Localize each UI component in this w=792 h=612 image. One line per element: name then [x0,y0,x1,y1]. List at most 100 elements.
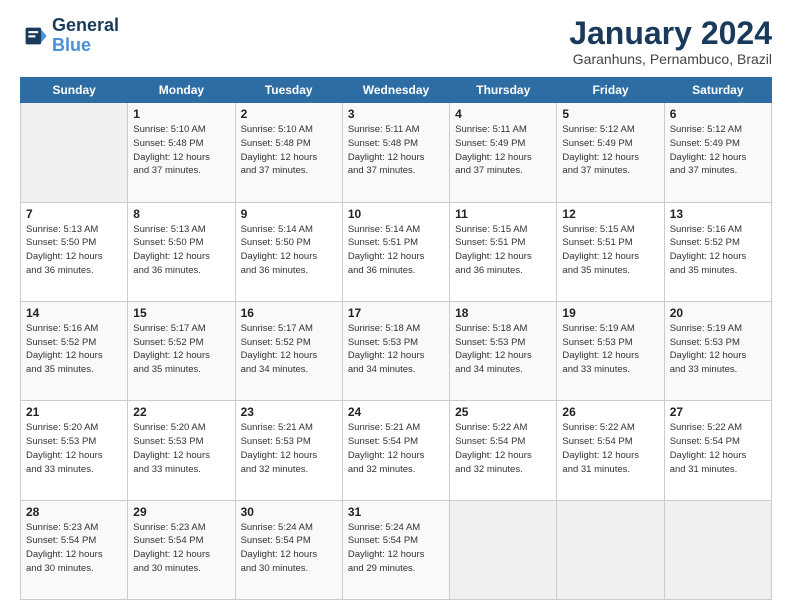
logo-icon [20,22,48,50]
calendar-cell: 28Sunrise: 5:23 AMSunset: 5:54 PMDayligh… [21,500,128,599]
day-number: 30 [241,505,337,519]
day-number: 13 [670,207,766,221]
days-header-row: SundayMondayTuesdayWednesdayThursdayFrid… [21,78,772,103]
day-number: 18 [455,306,551,320]
calendar-cell: 20Sunrise: 5:19 AMSunset: 5:53 PMDayligh… [664,301,771,400]
day-number: 8 [133,207,229,221]
week-row-0: 1 Sunrise: 5:10 AMSunset: 5:48 PMDaylight… [21,103,772,202]
day-info: Sunrise: 5:21 AMSunset: 5:54 PMDaylight:… [348,421,444,476]
header-thursday: Thursday [450,78,557,103]
day-info: Sunrise: 5:12 AMSunset: 5:49 PMDaylight:… [562,123,658,178]
day-info: Sunrise: 5:20 AMSunset: 5:53 PMDaylight:… [133,421,229,476]
day-info: Sunrise: 5:19 AMSunset: 5:53 PMDaylight:… [670,322,766,377]
location-subtitle: Garanhuns, Pernambuco, Brazil [569,51,772,67]
day-number: 23 [241,405,337,419]
day-number: 29 [133,505,229,519]
day-number: 3 [348,107,444,121]
calendar-cell: 19 Sunrise: 5:19 AMSunset: 5:53 PMDayligh… [557,301,664,400]
day-info: Sunrise: 5:10 AMSunset: 5:48 PMDaylight:… [133,123,229,178]
day-number: 7 [26,207,122,221]
day-info: Sunrise: 5:10 AMSunset: 5:48 PMDaylight:… [241,123,337,178]
day-info: Sunrise: 5:24 AMSunset: 5:54 PMDaylight:… [241,521,337,576]
header-friday: Friday [557,78,664,103]
logo: General Blue [20,16,119,56]
calendar-cell: 24Sunrise: 5:21 AMSunset: 5:54 PMDayligh… [342,401,449,500]
day-number: 16 [241,306,337,320]
calendar-cell: 22 Sunrise: 5:20 AMSunset: 5:53 PMDayligh… [128,401,235,500]
calendar-cell: 3 Sunrise: 5:11 AMSunset: 5:48 PMDaylight… [342,103,449,202]
header-saturday: Saturday [664,78,771,103]
day-number: 15 [133,306,229,320]
week-row-3: 21Sunrise: 5:20 AMSunset: 5:53 PMDayligh… [21,401,772,500]
day-info: Sunrise: 5:15 AMSunset: 5:51 PMDaylight:… [562,223,658,278]
day-number: 9 [241,207,337,221]
calendar-cell: 21Sunrise: 5:20 AMSunset: 5:53 PMDayligh… [21,401,128,500]
calendar-cell: 11Sunrise: 5:15 AMSunset: 5:51 PMDayligh… [450,202,557,301]
calendar-cell: 6Sunrise: 5:12 AMSunset: 5:49 PMDaylight… [664,103,771,202]
day-info: Sunrise: 5:14 AMSunset: 5:51 PMDaylight:… [348,223,444,278]
calendar-cell: 23 Sunrise: 5:21 AMSunset: 5:53 PMDayligh… [235,401,342,500]
calendar-cell: 26 Sunrise: 5:22 AMSunset: 5:54 PMDayligh… [557,401,664,500]
day-info: Sunrise: 5:23 AMSunset: 5:54 PMDaylight:… [133,521,229,576]
logo-line1: General [52,16,119,36]
day-number: 28 [26,505,122,519]
calendar-cell: 10 Sunrise: 5:14 AMSunset: 5:51 PMDayligh… [342,202,449,301]
calendar-cell: 8 Sunrise: 5:13 AMSunset: 5:50 PMDaylight… [128,202,235,301]
day-info: Sunrise: 5:11 AMSunset: 5:48 PMDaylight:… [348,123,444,178]
calendar-cell: 30 Sunrise: 5:24 AMSunset: 5:54 PMDayligh… [235,500,342,599]
title-block: January 2024 Garanhuns, Pernambuco, Braz… [569,16,772,67]
day-info: Sunrise: 5:20 AMSunset: 5:53 PMDaylight:… [26,421,122,476]
day-info: Sunrise: 5:21 AMSunset: 5:53 PMDaylight:… [241,421,337,476]
calendar-cell: 31 Sunrise: 5:24 AMSunset: 5:54 PMDayligh… [342,500,449,599]
calendar-cell: 5 Sunrise: 5:12 AMSunset: 5:49 PMDaylight… [557,103,664,202]
header: General Blue January 2024 Garanhuns, Per… [20,16,772,67]
day-number: 19 [562,306,658,320]
day-number: 6 [670,107,766,121]
day-info: Sunrise: 5:22 AMSunset: 5:54 PMDaylight:… [670,421,766,476]
calendar-cell: 18Sunrise: 5:18 AMSunset: 5:53 PMDayligh… [450,301,557,400]
calendar-cell: 9 Sunrise: 5:14 AMSunset: 5:50 PMDaylight… [235,202,342,301]
header-monday: Monday [128,78,235,103]
day-number: 31 [348,505,444,519]
day-number: 26 [562,405,658,419]
day-info: Sunrise: 5:22 AMSunset: 5:54 PMDaylight:… [455,421,551,476]
day-info: Sunrise: 5:17 AMSunset: 5:52 PMDaylight:… [133,322,229,377]
header-sunday: Sunday [21,78,128,103]
day-number: 1 [133,107,229,121]
day-number: 25 [455,405,551,419]
week-row-4: 28 Sunrise: 5:23 AMSunset: 5:54 PMDayligh… [21,500,772,599]
calendar-cell: 7 Sunrise: 5:13 AMSunset: 5:50 PMDaylight… [21,202,128,301]
day-number: 5 [562,107,658,121]
calendar-cell [557,500,664,599]
day-info: Sunrise: 5:13 AMSunset: 5:50 PMDaylight:… [133,223,229,278]
day-number: 10 [348,207,444,221]
day-info: Sunrise: 5:18 AMSunset: 5:53 PMDaylight:… [348,322,444,377]
day-info: Sunrise: 5:11 AMSunset: 5:49 PMDaylight:… [455,123,551,178]
day-info: Sunrise: 5:14 AMSunset: 5:50 PMDaylight:… [241,223,337,278]
calendar-cell: 27Sunrise: 5:22 AMSunset: 5:54 PMDayligh… [664,401,771,500]
day-info: Sunrise: 5:13 AMSunset: 5:50 PMDaylight:… [26,223,122,278]
day-info: Sunrise: 5:24 AMSunset: 5:54 PMDaylight:… [348,521,444,576]
day-info: Sunrise: 5:19 AMSunset: 5:53 PMDaylight:… [562,322,658,377]
day-number: 17 [348,306,444,320]
day-info: Sunrise: 5:17 AMSunset: 5:52 PMDaylight:… [241,322,337,377]
page: General Blue January 2024 Garanhuns, Per… [0,0,792,612]
calendar-cell: 4 Sunrise: 5:11 AMSunset: 5:49 PMDaylight… [450,103,557,202]
day-info: Sunrise: 5:16 AMSunset: 5:52 PMDaylight:… [26,322,122,377]
calendar-cell [450,500,557,599]
day-info: Sunrise: 5:16 AMSunset: 5:52 PMDaylight:… [670,223,766,278]
day-number: 4 [455,107,551,121]
day-number: 22 [133,405,229,419]
calendar-cell: 16 Sunrise: 5:17 AMSunset: 5:52 PMDayligh… [235,301,342,400]
calendar-cell: 17 Sunrise: 5:18 AMSunset: 5:53 PMDayligh… [342,301,449,400]
calendar-table: SundayMondayTuesdayWednesdayThursdayFrid… [20,77,772,600]
day-info: Sunrise: 5:22 AMSunset: 5:54 PMDaylight:… [562,421,658,476]
week-row-2: 14Sunrise: 5:16 AMSunset: 5:52 PMDayligh… [21,301,772,400]
calendar-cell: 13 Sunrise: 5:16 AMSunset: 5:52 PMDayligh… [664,202,771,301]
header-wednesday: Wednesday [342,78,449,103]
calendar-cell [21,103,128,202]
day-number: 12 [562,207,658,221]
calendar-cell: 25 Sunrise: 5:22 AMSunset: 5:54 PMDayligh… [450,401,557,500]
calendar-cell: 12 Sunrise: 5:15 AMSunset: 5:51 PMDayligh… [557,202,664,301]
calendar-cell: 15 Sunrise: 5:17 AMSunset: 5:52 PMDayligh… [128,301,235,400]
